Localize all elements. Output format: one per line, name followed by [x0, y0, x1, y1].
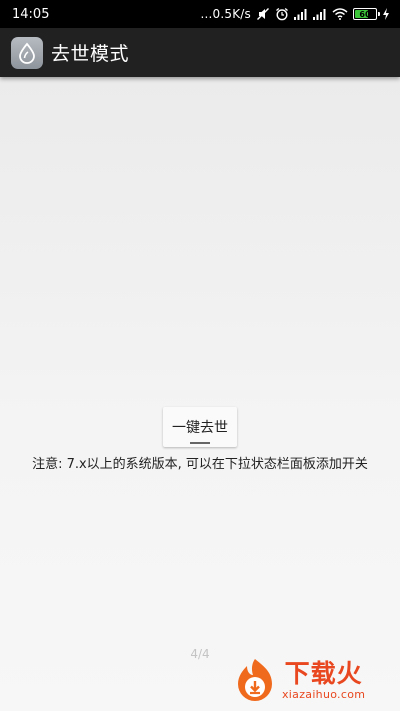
- status-icons: ...0.5K/s 60: [201, 0, 391, 28]
- battery-level: 60: [359, 9, 371, 19]
- status-bar: 14:05 ...0.5K/s 60: [0, 0, 400, 28]
- wifi-icon: [332, 8, 348, 20]
- network-speed: ...0.5K/s: [200, 7, 251, 21]
- status-time: 14:05: [12, 6, 50, 22]
- charging-icon: [382, 8, 390, 20]
- one-click-die-button[interactable]: 一键去世: [163, 407, 237, 447]
- watermark-text: 下载火: [284, 658, 363, 688]
- screen: 14:05 ...0.5K/s 60 去世模式 一键去世 注意: 7.x以上的系…: [0, 0, 400, 711]
- flame-logo-icon: [238, 659, 272, 701]
- drop-icon[interactable]: [11, 36, 43, 69]
- watermark-subtext: xiazaihuo.com: [282, 687, 366, 701]
- signal-icon-2: [313, 8, 327, 20]
- button-underline: [190, 442, 210, 444]
- signal-icon: [294, 8, 308, 20]
- alarm-icon: [275, 7, 289, 21]
- watermark: 下载火 xiazaihuo.com: [232, 655, 392, 705]
- note-text: 注意: 7.x以上的系统版本, 可以在下拉状态栏面板添加开关: [32, 457, 368, 472]
- app-bar: 去世模式: [0, 28, 400, 77]
- app-title: 去世模式: [51, 43, 130, 65]
- mute-icon: [256, 7, 270, 21]
- button-label: 一键去世: [172, 420, 228, 436]
- battery-icon: 60: [353, 8, 380, 20]
